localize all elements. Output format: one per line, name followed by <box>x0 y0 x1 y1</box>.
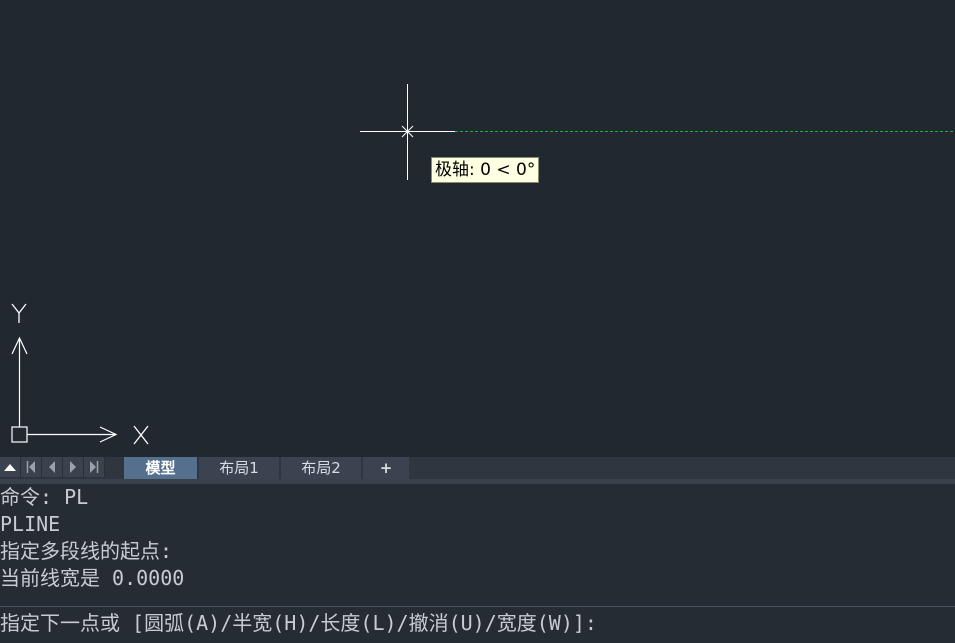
history-line: 命令: PL <box>0 485 89 509</box>
triangle-up-icon[interactable] <box>0 457 21 477</box>
next-icon[interactable] <box>63 457 84 477</box>
ucs-x-label <box>133 425 149 445</box>
command-history: 命令: PL PLINE 指定多段线的起点: 当前线宽是 0.0000 <box>0 484 955 606</box>
polar-tooltip: 极轴: 0 < 0° <box>431 157 540 183</box>
history-line: 指定多段线的起点: <box>0 539 173 563</box>
tab-model[interactable]: 模型 <box>124 457 197 479</box>
tab-layout1[interactable]: 布局1 <box>199 457 279 479</box>
add-layout-button[interactable]: + <box>363 457 409 479</box>
command-prompt-input[interactable]: 指定下一点或 [圆弧(A)/半宽(H)/长度(L)/撤消(U)/宽度(W)]: <box>0 607 955 643</box>
ucs-y-label <box>11 303 27 323</box>
history-line: PLINE <box>0 512 61 536</box>
last-icon[interactable] <box>84 457 105 477</box>
tab-layout2[interactable]: 布局2 <box>281 457 361 479</box>
layout-tab-bar: 模型 布局1 布局2 + <box>0 457 955 479</box>
drawing-canvas[interactable]: 极轴: 0 < 0° <box>0 0 955 457</box>
history-line: 当前线宽是 0.0000 <box>0 566 185 590</box>
first-icon[interactable] <box>21 457 42 477</box>
ucs-labels <box>11 303 149 445</box>
prev-icon[interactable] <box>42 457 63 477</box>
